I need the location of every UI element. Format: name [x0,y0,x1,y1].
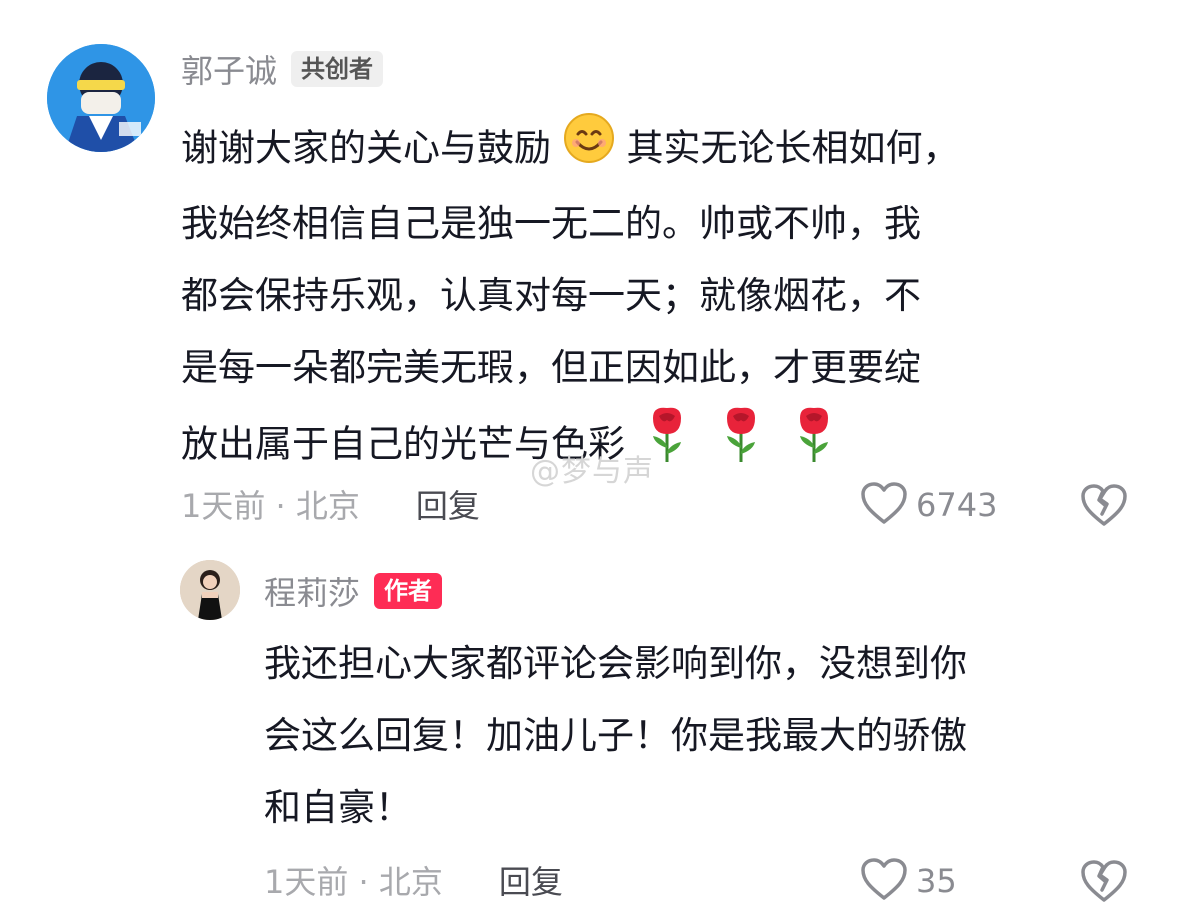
like-count: 6743 [916,486,998,524]
comment-2: 程莉莎 作者 我还担心大家都评论会影响到你，没想到你 会这么回复！加油儿子！你是… [0,540,1178,915]
like-group: 6743 [860,480,997,530]
reply-button[interactable]: 回复 [416,481,480,527]
username[interactable]: 程莉莎 [264,568,360,614]
smiling-face-icon [563,112,615,188]
comment-header: 程莉莎 作者 [264,572,443,612]
comment-line-1: 谢谢大家的关心与鼓励 其实无论长相如何， [181,112,960,188]
comment-line-1: 我还担心大家都评论会影响到你，没想到你 [264,642,967,685]
comment-text: 谢谢大家的关心与鼓励 其实无论长相如何， 我始终相信自己是独一无二的。帅或不帅，… [181,112,960,488]
comment-header: 郭子诚 共创者 [181,50,384,90]
dislike-icon[interactable] [1080,482,1128,532]
reply-button[interactable]: 回复 [499,857,563,903]
comment-1: 郭子诚 共创者 谢谢大家的关心与鼓励 其实无论长相如何， 我始终相信自己是独一无… [0,0,1178,540]
avatar-photo [180,560,240,620]
time-location: 1天前 · 北京 [264,863,443,901]
comment-meta: 1天前 · 北京 回复 [264,858,563,902]
comment-meta: 1天前 · 北京 回复 [181,482,480,526]
avatar[interactable] [47,44,155,152]
dislike-icon[interactable] [1080,858,1128,908]
comment-line-2: 我始终相信自己是独一无二的。帅或不帅，我 [181,202,921,245]
like-group: 35 [860,856,957,906]
like-count: 35 [916,862,957,900]
time-location: 1天前 · 北京 [181,487,360,525]
comment-line-4: 是每一朵都完美无瑕，但正因如此，才更要绽 [181,346,921,389]
comment-text: 我还担心大家都评论会影响到你，没想到你 会这么回复！加油儿子！你是我最大的骄傲 … [264,628,967,844]
co-creator-badge: 共创者 [291,51,384,87]
comment-line-3: 都会保持乐观，认真对每一天；就像烟花，不 [181,274,921,317]
avatar-illustration [47,44,155,152]
heart-icon[interactable] [860,857,908,905]
watermark: @梦与声 [530,454,654,489]
heart-icon[interactable] [860,481,908,529]
author-badge: 作者 [374,573,443,609]
username[interactable]: 郭子诚 [181,46,277,92]
rose-icon [792,404,836,488]
comment-line-2: 会这么回复！加油儿子！你是我最大的骄傲 [264,714,967,757]
avatar[interactable] [180,560,240,620]
rose-icon [719,404,763,488]
comment-line-3: 和自豪！ [264,786,412,829]
